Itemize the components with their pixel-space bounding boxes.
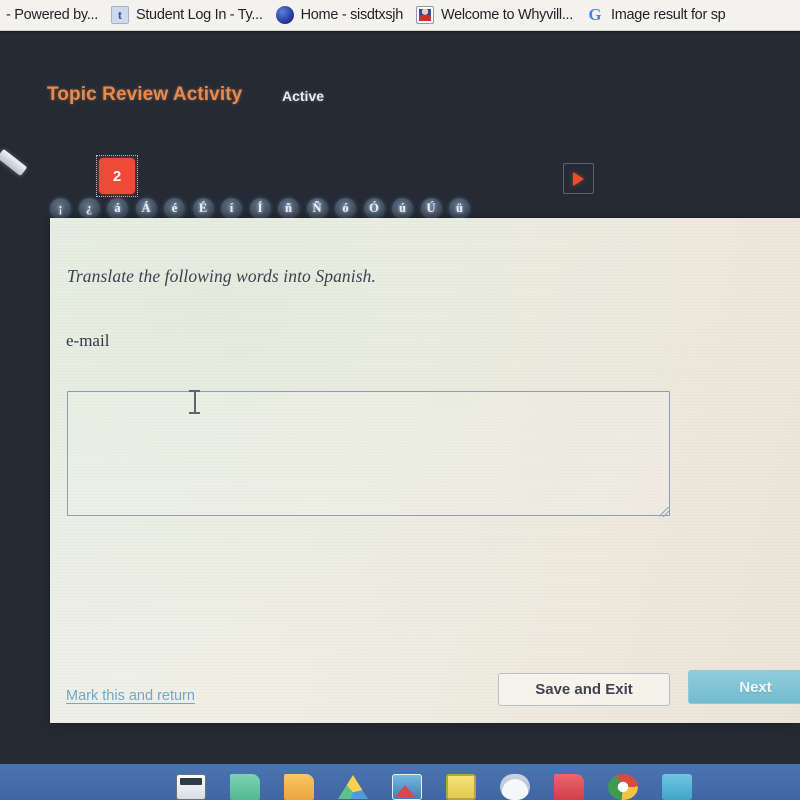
pencil-icon	[0, 148, 28, 177]
bookmark-item[interactable]: Home - sisdtxsjh	[272, 2, 412, 28]
status-badge: Active	[282, 88, 325, 104]
globe-icon	[275, 6, 294, 24]
google-drive-icon[interactable]	[338, 775, 368, 799]
bookmark-item[interactable]: - Powered by...	[2, 2, 107, 28]
sticky-note-icon[interactable]	[446, 774, 476, 800]
cloud-icon[interactable]	[500, 774, 530, 800]
accent-key-i-acute-lower[interactable]: í	[221, 198, 242, 219]
page-title: Topic Review Activity	[47, 84, 243, 105]
activity-header: Topic Review Activity Active 2 ¡ ¿ á Á é…	[0, 31, 800, 219]
accent-key-u-acute-upper[interactable]: Ú	[420, 198, 442, 219]
taskbar	[0, 764, 800, 800]
bookmark-item[interactable]: G Image result for sp	[582, 2, 734, 28]
bookmark-label: Student Log In - Ty...	[135, 7, 263, 23]
blue-app-icon[interactable]	[662, 774, 692, 800]
accent-key-n-tilde-lower[interactable]: ñ	[278, 198, 299, 219]
accent-key-a-acute-lower[interactable]: á	[107, 198, 128, 219]
accent-key-e-acute-upper[interactable]: É	[192, 198, 214, 219]
pdf-document-icon[interactable]	[554, 774, 584, 800]
question-prompt: Translate the following words into Spani…	[67, 266, 376, 286]
save-and-exit-button[interactable]: Save and Exit	[498, 673, 670, 706]
twitter-icon: t	[110, 6, 129, 24]
green-document-icon[interactable]	[230, 774, 260, 800]
screen: - Powered by... t Student Log In - Ty...…	[0, 0, 800, 800]
accent-key-a-acute-upper[interactable]: Á	[135, 198, 157, 219]
question-number-label: 2	[99, 158, 135, 194]
mark-this-and-return-link[interactable]: Mark this and return	[66, 688, 195, 704]
bookmark-item[interactable]: t Student Log In - Ty...	[107, 2, 272, 28]
google-g-icon: G	[588, 5, 602, 24]
accent-key-inverted-question[interactable]: ¿	[78, 198, 100, 219]
accent-character-toolbar: ¡ ¿ á Á é É í Í ñ Ñ ó Ó ú Ú ü	[50, 198, 470, 219]
play-triangle-icon	[573, 171, 584, 186]
photos-icon[interactable]	[392, 774, 422, 800]
bookmark-label: Image result for sp	[611, 7, 726, 23]
accent-key-n-tilde-upper[interactable]: Ñ	[306, 198, 328, 219]
accent-key-u-acute-lower[interactable]: ú	[392, 198, 413, 219]
bookmark-item[interactable]: Welcome to Whyvill...	[412, 2, 582, 28]
answer-input[interactable]	[67, 391, 670, 516]
accent-key-inverted-exclamation[interactable]: ¡	[50, 198, 71, 219]
accent-key-e-acute-lower[interactable]: é	[164, 198, 185, 219]
calculator-icon[interactable]	[176, 774, 206, 800]
accent-key-u-diaeresis-lower[interactable]: ü	[449, 198, 470, 219]
bookmark-label: Home - sisdtxsjh	[300, 7, 404, 23]
bookmark-label: - Powered by...	[6, 7, 98, 23]
question-number-chip[interactable]: 2	[96, 155, 138, 197]
next-button[interactable]: Next	[688, 670, 800, 704]
accent-key-o-acute-upper[interactable]: Ó	[363, 198, 385, 219]
bookmarks-bar: - Powered by... t Student Log In - Ty...…	[0, 0, 800, 31]
whyville-avatar-icon	[416, 6, 434, 24]
chrome-icon[interactable]	[608, 774, 638, 800]
question-word: e-mail	[66, 331, 110, 350]
forward-arrow-button[interactable]	[563, 163, 594, 194]
yellow-folder-icon[interactable]	[284, 774, 314, 800]
bookmark-label: Welcome to Whyvill...	[441, 7, 574, 23]
question-panel: Translate the following words into Spani…	[50, 218, 800, 723]
accent-key-o-acute-lower[interactable]: ó	[335, 198, 356, 219]
accent-key-i-acute-upper[interactable]: Í	[249, 198, 271, 219]
